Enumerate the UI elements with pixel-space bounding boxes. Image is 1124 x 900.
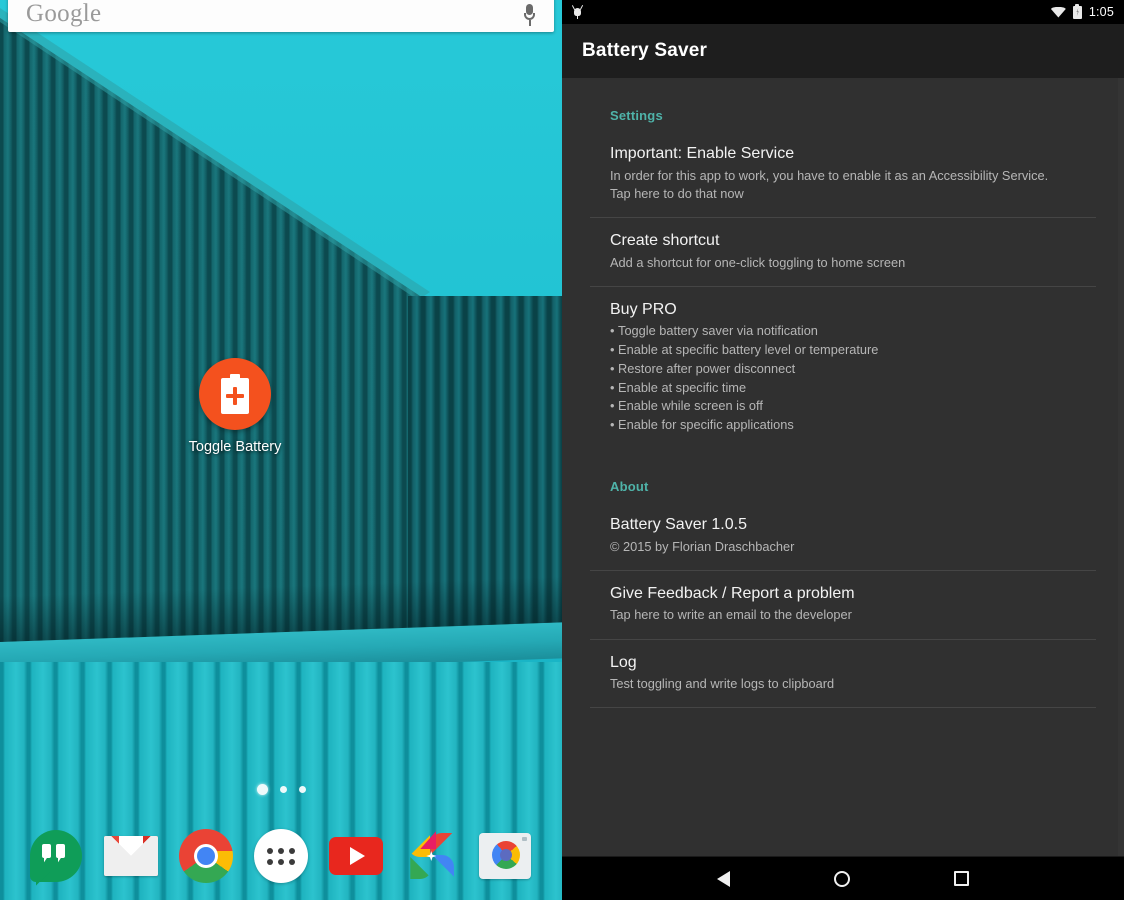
pref-title: Buy PRO: [610, 300, 677, 318]
page-dot-1[interactable]: [256, 784, 268, 795]
home-circle-icon[interactable]: [834, 870, 850, 887]
google-search-bar[interactable]: Google: [8, 0, 554, 32]
dock-icon-gmail[interactable]: [103, 828, 159, 884]
android-homescreen: Google Toggle Battery: [0, 0, 562, 900]
bullet-item: Enable at specific battery level or temp…: [610, 341, 1076, 360]
pref-title: Give Feedback / Report a problem: [610, 584, 855, 602]
page-dot-3[interactable]: [298, 786, 306, 793]
navigation-bar: [562, 856, 1124, 900]
pref-buy-pro[interactable]: Buy PRO Toggle battery saver via notific…: [562, 287, 1124, 449]
bullet-item: Restore after power disconnect: [610, 360, 1076, 379]
pref-title: Battery Saver 1.0.5: [610, 516, 747, 534]
dock-icon-hangouts[interactable]: [28, 828, 84, 884]
battery-saver-app: 1:05 Battery Saver Settings Important: E…: [562, 0, 1124, 900]
status-bar: 1:05: [562, 0, 1124, 24]
page-title: Battery Saver: [582, 40, 708, 61]
android-debug-icon: [571, 4, 584, 19]
shortcut-label: Toggle Battery: [188, 439, 282, 455]
pref-summary: Test toggling and write logs to clipboar…: [610, 676, 835, 692]
screenshot-root: Google Toggle Battery 1:05 Battery Saver…: [0, 0, 1124, 900]
pref-app-version[interactable]: Battery Saver 1.0.5 © 2015 by Florian Dr…: [562, 502, 1124, 570]
dock-icon-chrome[interactable]: [178, 828, 234, 884]
battery-plus-icon: [199, 358, 271, 430]
bullet-item: Enable at specific time: [610, 379, 1076, 398]
recents-square-icon[interactable]: [954, 871, 969, 886]
back-triangle-icon[interactable]: [717, 870, 730, 887]
pref-enable-service[interactable]: Important: Enable Service In order for t…: [562, 131, 1124, 217]
pref-create-shortcut[interactable]: Create shortcut Add a shortcut for one-c…: [562, 218, 1124, 286]
divider: [590, 707, 1096, 709]
bullet-item: Enable for specific applications: [610, 416, 1076, 435]
settings-content: Settings Important: Enable Service In or…: [562, 78, 1124, 856]
dock: [0, 818, 562, 894]
dock-icon-camera[interactable]: [478, 828, 534, 884]
pref-give-feedback[interactable]: Give Feedback / Report a problem Tap her…: [562, 571, 1124, 639]
pref-summary: In order for this app to work, you have …: [610, 167, 1049, 201]
pref-bullet-list: Toggle battery saver via notification En…: [610, 322, 1076, 435]
page-dot-2[interactable]: [279, 786, 287, 793]
pref-title: Log: [610, 653, 637, 671]
scrollbar[interactable]: [1118, 78, 1124, 856]
pref-title: Important: Enable Service: [610, 145, 795, 162]
dock-icon-photos[interactable]: [403, 828, 459, 884]
status-bar-clock: 1:05: [1088, 5, 1114, 19]
pref-log[interactable]: Log Test toggling and write logs to clip…: [562, 640, 1124, 708]
settings-scroll-area[interactable]: Settings Important: Enable Service In or…: [562, 78, 1124, 856]
dock-icon-youtube[interactable]: [328, 828, 384, 884]
google-logo: Google: [26, 0, 102, 27]
section-header-settings: Settings: [610, 108, 663, 123]
section-header-about: About: [610, 479, 649, 495]
wifi-icon: [1050, 6, 1066, 18]
action-bar: Battery Saver: [562, 24, 1124, 78]
bullet-item: Enable while screen is off: [610, 397, 1076, 416]
battery-charging-icon: [1072, 3, 1082, 19]
pref-summary: Add a shortcut for one-click toggling to…: [610, 254, 906, 270]
page-indicator: [0, 784, 562, 795]
microphone-icon[interactable]: [523, 4, 536, 26]
pref-title: Create shortcut: [610, 231, 720, 249]
shortcut-toggle-battery[interactable]: Toggle Battery: [180, 358, 290, 455]
pref-summary: Tap here to write an email to the develo…: [610, 607, 852, 623]
bullet-item: Toggle battery saver via notification: [610, 322, 1076, 341]
dock-icon-app-drawer[interactable]: [253, 828, 309, 884]
pref-summary: © 2015 by Florian Draschbacher: [610, 538, 795, 554]
